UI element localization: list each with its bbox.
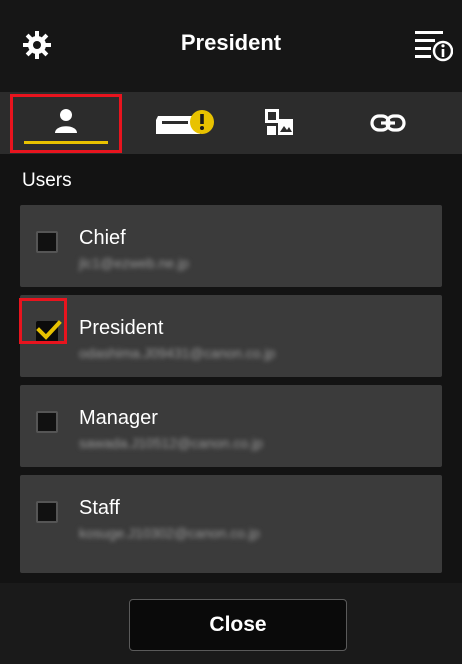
user-checkbox[interactable]: [36, 231, 58, 253]
tab-highlight-frame: [10, 94, 122, 153]
app-screen: President Users Chief jlc1@ezweb.ne.jp P…: [0, 0, 462, 664]
user-item-president[interactable]: President odashima.J09431@canon.co.jp: [20, 295, 442, 377]
user-item-staff[interactable]: Staff kosuge.J10302@canon.co.jp: [20, 475, 442, 573]
photo-layout-icon: [265, 109, 293, 135]
tab-links[interactable]: [350, 92, 454, 154]
menu-info-icon[interactable]: [413, 27, 453, 63]
user-item-chief[interactable]: Chief jlc1@ezweb.ne.jp: [20, 205, 442, 287]
page-title: President: [180, 30, 282, 55]
printer-warning-icon: [156, 110, 214, 134]
user-item-manager[interactable]: Manager sawada.J10512@canon.co.jp: [20, 385, 442, 467]
tab-printers[interactable]: [134, 92, 246, 154]
user-email: jlc1@ezweb.ne.jp: [79, 255, 189, 271]
footer-bar: Close: [0, 583, 462, 664]
user-checkbox[interactable]: [36, 501, 58, 523]
tab-photo-layout[interactable]: [246, 92, 350, 154]
close-button[interactable]: Close: [129, 599, 347, 651]
checkbox-highlight-frame: [19, 298, 67, 344]
header-bar: President: [0, 0, 462, 92]
users-section-label: Users: [22, 170, 72, 191]
user-name: Manager: [79, 407, 158, 429]
user-name: Staff: [79, 497, 120, 519]
user-email: kosuge.J10302@canon.co.jp: [79, 525, 260, 541]
link-icon: [370, 114, 406, 132]
user-email: sawada.J10512@canon.co.jp: [79, 435, 263, 451]
user-email: odashima.J09431@canon.co.jp: [79, 345, 276, 361]
user-checkbox[interactable]: [36, 411, 58, 433]
user-name: Chief: [79, 227, 126, 249]
user-name: President: [79, 317, 164, 339]
